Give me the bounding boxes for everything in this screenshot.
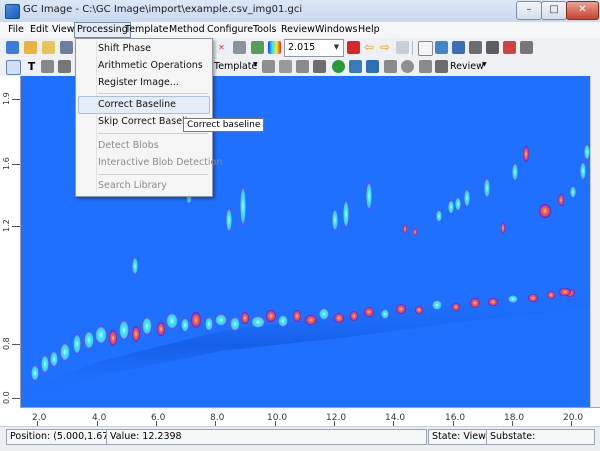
menu-item-correct-baseline[interactable]: Correct Baseline — [98, 99, 176, 110]
x-tick-label: 6.0 — [151, 413, 166, 423]
app-icon — [5, 4, 20, 19]
print-icon[interactable] — [520, 41, 533, 54]
menu-item-arithmetic-operations[interactable]: Arithmetic Operations — [98, 60, 203, 71]
grid-icon[interactable] — [469, 41, 482, 54]
bars-icon[interactable] — [486, 41, 499, 54]
3d-icon[interactable] — [452, 41, 465, 54]
x-axis-ruler: 2.0 4.0 6.0 8.0 10.0 12.0 14.0 16.0 18.0… — [20, 407, 600, 427]
y-tick-label: 0.8 — [2, 337, 11, 350]
minimize-button[interactable]: – — [516, 1, 542, 20]
x-tick-label: 16.0 — [445, 413, 466, 423]
tooltip: Correct baseline — [183, 118, 265, 132]
refresh-icon[interactable] — [332, 60, 345, 73]
status-state: State: View — [428, 429, 487, 445]
y-tick — [12, 344, 20, 345]
edit-icon[interactable] — [419, 60, 432, 73]
status-bar: Position: (5.000,1.675) Value: 12.2398 S… — [0, 426, 600, 451]
menu-edit[interactable]: Edit — [28, 23, 50, 37]
menu-view[interactable]: View — [50, 23, 77, 37]
pencil-icon[interactable] — [233, 41, 246, 54]
zoom-icon[interactable] — [396, 41, 409, 54]
template-tool-icon[interactable] — [296, 60, 309, 73]
maximize-button[interactable]: □ — [541, 1, 567, 20]
chart-icon[interactable] — [418, 41, 433, 56]
folder-icon[interactable] — [42, 41, 55, 54]
menu-item-shift-phase[interactable]: Shift Phase — [98, 43, 151, 54]
review-dropdown[interactable]: Review — [450, 61, 484, 72]
y-tick-label: 0.0 — [2, 391, 11, 404]
x-tick-label: 18.0 — [504, 413, 525, 423]
menu-configure[interactable]: Configure — [205, 23, 255, 37]
gear-icon[interactable] — [349, 60, 362, 73]
template-dropdown[interactable]: Template — [214, 61, 257, 72]
back-arrow-icon[interactable]: ⇦ — [364, 41, 377, 54]
zoom-value: 2.015 — [288, 42, 316, 53]
title-bar: GC Image - C:\GC Image\import\example.cs… — [0, 0, 600, 23]
select-icon[interactable] — [41, 60, 54, 73]
window-title: GC Image - C:\GC Image\import\example.cs… — [23, 4, 303, 15]
template-tool-icon[interactable] — [313, 60, 326, 73]
chevron-down-icon: ▼ — [482, 61, 487, 68]
menu-gutter — [96, 41, 97, 192]
menu-review[interactable]: Review — [279, 23, 317, 37]
open-icon[interactable] — [24, 41, 37, 54]
menu-method[interactable]: Method — [167, 23, 207, 37]
report-icon[interactable] — [503, 41, 516, 54]
crop-icon[interactable] — [58, 60, 71, 73]
y-tick — [12, 164, 20, 165]
zoom-tool-icon[interactable] — [6, 60, 21, 75]
x-tick-label: 10.0 — [267, 413, 288, 423]
clear-icon[interactable]: ✕ — [215, 41, 228, 54]
y-tick — [12, 226, 20, 227]
status-value: Value: 12.2398 — [106, 429, 427, 445]
peak-icon[interactable] — [366, 60, 379, 73]
vertical-scrollbar[interactable] — [590, 76, 600, 407]
blob-icon[interactable] — [401, 60, 414, 73]
y-tick-label: 1.6 — [2, 157, 11, 170]
y-axis-ruler: 0.0 0.8 1.2 1.6 1.9 — [0, 76, 21, 407]
calculator-icon[interactable] — [251, 41, 264, 54]
menu-bar: File Edit View Processing Template Metho… — [0, 22, 600, 38]
x-tick-label: 4.0 — [92, 413, 107, 423]
menu-file[interactable]: File — [6, 23, 26, 37]
menu-help[interactable]: Help — [356, 23, 382, 37]
close-button[interactable]: ✕ — [566, 1, 599, 20]
template-tool-icon[interactable] — [262, 60, 275, 73]
status-position: Position: (5.000,1.675) — [6, 429, 118, 445]
status-substate: Substate: — [486, 429, 595, 445]
menu-tools[interactable]: Tools — [251, 23, 278, 37]
copy-icon[interactable] — [435, 60, 448, 73]
menu-item-register-image[interactable]: Register Image... — [98, 77, 179, 88]
x-tick-label: 2.0 — [32, 413, 47, 423]
menu-item-interactive-blob-detection: Interactive Blob Detection — [98, 157, 223, 168]
menu-item-detect-blobs: Detect Blobs — [98, 140, 159, 151]
save-icon[interactable] — [60, 41, 73, 54]
chevron-down-icon: ▼ — [253, 61, 258, 68]
menu-separator — [98, 174, 208, 175]
x-tick-label: 12.0 — [326, 413, 347, 423]
x-tick-label: 8.0 — [210, 413, 225, 423]
y-tick-label: 1.2 — [2, 219, 11, 232]
chevron-down-icon: ▼ — [333, 43, 340, 51]
menu-separator — [98, 133, 208, 134]
stop-icon[interactable] — [347, 41, 360, 54]
new-icon[interactable] — [6, 41, 19, 54]
y-tick-label: 1.9 — [2, 92, 11, 105]
x-tick-label: 20.0 — [563, 413, 584, 423]
graph-icon[interactable] — [435, 41, 448, 54]
y-tick — [12, 99, 20, 100]
menu-separator — [98, 93, 208, 94]
filter-icon[interactable] — [384, 60, 397, 73]
text-icon[interactable]: T — [25, 60, 38, 73]
x-tick-label: 14.0 — [385, 413, 406, 423]
menu-windows[interactable]: Windows — [313, 23, 359, 37]
colormap-icon[interactable] — [268, 41, 281, 54]
menu-item-search-library: Search Library — [98, 180, 167, 191]
zoom-combo[interactable]: 2.015 ▼ — [284, 39, 344, 57]
forward-arrow-icon[interactable]: ⇨ — [380, 41, 393, 54]
y-tick — [12, 398, 20, 399]
menu-template[interactable]: Template — [123, 23, 170, 37]
template-tool-icon[interactable] — [279, 60, 292, 73]
toolbar-separator — [412, 41, 413, 55]
